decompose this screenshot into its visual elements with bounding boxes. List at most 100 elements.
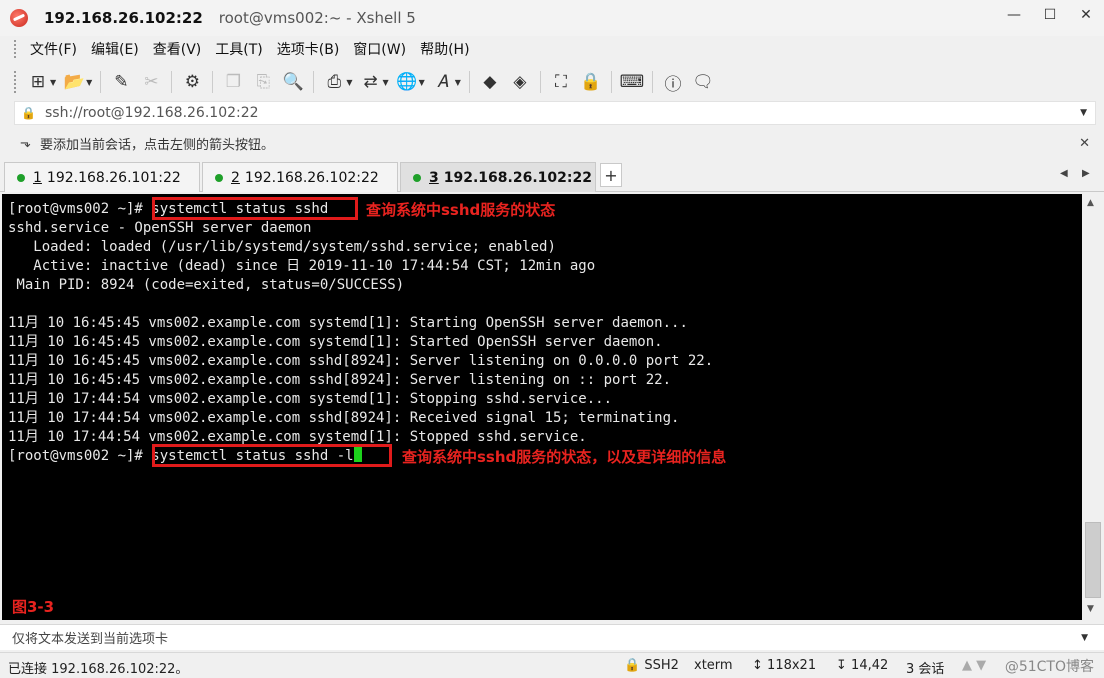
address-bar[interactable]: 🔒 ssh://root@192.168.26.102:22 ▼ — [14, 101, 1096, 125]
globe-dropdown-icon[interactable]: ▼ — [419, 78, 425, 87]
close-hint-icon[interactable]: ✕ — [1079, 136, 1090, 151]
compose-target-text: 仅将文本发送到当前选项卡 — [12, 632, 169, 647]
font-icon[interactable]: 𝐴 — [432, 71, 454, 93]
close-icon[interactable]: ✕ — [1068, 0, 1104, 30]
tab-scroll-left-icon[interactable]: ◀ — [1060, 168, 1068, 179]
menu-help[interactable]: 帮助(H) — [413, 39, 476, 59]
compose-dropdown-icon[interactable]: ▼ — [1081, 633, 1088, 643]
toolbar-separator — [212, 71, 214, 93]
find-icon[interactable]: 🔍 — [282, 71, 304, 93]
terminal[interactable]: [root@vms002 ~]# systemctl status sshd s… — [2, 194, 1082, 620]
paste-icon[interactable]: ⎘ — [252, 71, 274, 93]
script-icon[interactable]: ◈ — [509, 71, 531, 93]
menu-view[interactable]: 查看(V) — [146, 39, 209, 59]
scrollbar-thumb[interactable] — [1085, 522, 1101, 598]
toolbar-separator — [171, 71, 173, 93]
terminal-size-text: 118x21 — [767, 658, 817, 673]
tab-number: 3 — [429, 169, 439, 186]
toolbar-separator — [539, 71, 541, 93]
keyboard-icon[interactable]: ⌨ — [620, 71, 645, 93]
reconnect-icon[interactable]: ✎ — [110, 71, 132, 93]
add-tab-icon[interactable]: + — [600, 163, 622, 187]
chat-icon[interactable]: 🗨 — [692, 71, 714, 93]
menu-grip — [14, 40, 17, 58]
terminal-line: 11月 10 16:45:45 vms002.example.com syste… — [8, 334, 663, 350]
lock-icon[interactable]: 🔒 — [580, 71, 602, 93]
command-highlight-box — [152, 197, 358, 220]
transfer-icon[interactable]: ⇄ — [359, 71, 381, 93]
tab-number: 2 — [231, 169, 240, 186]
menu-window[interactable]: 窗口(W) — [346, 39, 413, 59]
menu-bar: 文件(F) 编辑(E) 查看(V) 工具(T) 选项卡(B) 窗口(W) 帮助(… — [0, 36, 1104, 62]
minimize-icon[interactable]: — — [996, 0, 1032, 30]
toolbar-separator — [651, 71, 653, 93]
figure-label: 图3-3 — [12, 598, 55, 616]
tab-scroll-right-icon[interactable]: ▶ — [1082, 168, 1090, 179]
terminal-size: ↕ 118x21 — [752, 658, 816, 673]
copy-icon[interactable]: ❐ — [222, 71, 244, 93]
tab-label: 192.168.26.102:22 — [443, 169, 592, 186]
scroll-up-icon[interactable]: ▲ — [1087, 198, 1094, 208]
disconnect-icon[interactable]: ✂ — [140, 71, 162, 93]
terminal-type: xterm — [694, 658, 733, 673]
print-icon[interactable]: ⎙ — [323, 71, 345, 93]
hint-text: 要添加当前会话，点击左侧的箭头按钮。 — [40, 137, 275, 153]
tab-session-3[interactable]: 3 192.168.26.102:22 — [400, 162, 596, 192]
protocol-status: 🔒 SSH2 — [624, 658, 679, 673]
status-bar: 已连接 192.168.26.102:22。 🔒 SSH2 xterm ↕ 11… — [0, 652, 1104, 678]
session-count: 3 会话 — [906, 662, 945, 677]
xftp-icon[interactable]: ◆ — [479, 71, 501, 93]
tab-bar: 1 192.168.26.101:22 2 192.168.26.102:22 … — [0, 160, 1104, 192]
window-title: root@vms002:~ - Xshell 5 — [218, 9, 416, 27]
connected-status-icon — [215, 173, 223, 182]
session-nav-icons[interactable]: ▲ ▼ — [962, 658, 986, 673]
terminal-line: sshd.service - OpenSSH server daemon — [8, 220, 312, 236]
connected-status-icon — [413, 173, 421, 182]
terminal-line: Loaded: loaded (/usr/lib/systemd/system/… — [8, 239, 556, 255]
new-session-icon[interactable]: ⊞ — [27, 71, 49, 93]
lock-icon: 🔒 — [624, 658, 641, 673]
command-highlight-box — [152, 444, 392, 467]
tab-session-1[interactable]: 1 192.168.26.101:22 — [4, 162, 200, 192]
add-session-arrow-icon[interactable]: ⬎ — [20, 136, 34, 151]
help-icon[interactable]: ⓘ — [662, 71, 684, 95]
terminal-line: 11月 10 17:44:54 vms002.example.com syste… — [8, 391, 613, 407]
maximize-icon[interactable]: ☐ — [1032, 0, 1068, 30]
menu-edit[interactable]: 编辑(E) — [84, 39, 146, 59]
address-dropdown-icon[interactable]: ▼ — [1080, 108, 1087, 118]
xshell-logo-icon[interactable] — [10, 9, 28, 27]
toolbar-separator — [313, 71, 315, 93]
print-dropdown-icon[interactable]: ▼ — [346, 78, 352, 87]
terminal-line: 11月 10 16:45:45 vms002.example.com sshd[… — [8, 353, 714, 369]
toolbar-grip — [14, 71, 17, 93]
lock-icon: 🔒 — [21, 106, 36, 120]
properties-icon[interactable]: ⚙ — [181, 71, 203, 93]
transfer-dropdown-icon[interactable]: ▼ — [382, 78, 388, 87]
scroll-down-icon[interactable]: ▼ — [1087, 604, 1094, 614]
font-dropdown-icon[interactable]: ▼ — [455, 78, 461, 87]
tab-number: 1 — [33, 169, 42, 186]
globe-icon[interactable]: 🌐 — [396, 71, 418, 93]
menu-tab[interactable]: 选项卡(B) — [270, 39, 347, 59]
terminal-line: 11月 10 17:44:54 vms002.example.com sshd[… — [8, 410, 680, 426]
new-session-dropdown-icon[interactable]: ▼ — [50, 78, 56, 87]
terminal-line: Main PID: 8924 (code=exited, status=0/SU… — [8, 277, 405, 293]
title-bar: 192.168.26.102:22 root@vms002:~ - Xshell… — [0, 0, 1104, 36]
tab-session-2[interactable]: 2 192.168.26.102:22 — [202, 162, 398, 192]
open-folder-icon[interactable]: 📂 — [63, 71, 85, 93]
address-input[interactable]: ssh://root@192.168.26.102:22 — [45, 105, 259, 121]
window-controls: — ☐ ✕ — [996, 0, 1104, 30]
menu-tools[interactable]: 工具(T) — [208, 39, 269, 59]
terminal-line: 11月 10 16:45:45 vms002.example.com sshd[… — [8, 372, 672, 388]
resize-icon: ↕ — [752, 658, 763, 673]
menu-file[interactable]: 文件(F) — [23, 39, 84, 59]
fullscreen-icon[interactable]: ⛶ — [550, 71, 572, 93]
terminal-scrollbar[interactable]: ▲ ▼ — [1082, 194, 1104, 620]
terminal-line: Active: inactive (dead) since 日 2019-11-… — [8, 258, 596, 274]
compose-bar[interactable]: 仅将文本发送到当前选项卡 ▼ — [0, 624, 1104, 650]
protocol-text: SSH2 — [644, 658, 679, 673]
window-title-host: 192.168.26.102:22 — [44, 9, 203, 27]
open-dropdown-icon[interactable]: ▼ — [86, 78, 92, 87]
session-hint-bar: ⬎ 要添加当前会话，点击左侧的箭头按钮。 ✕ — [14, 130, 1096, 156]
toolbar-separator — [100, 71, 102, 93]
